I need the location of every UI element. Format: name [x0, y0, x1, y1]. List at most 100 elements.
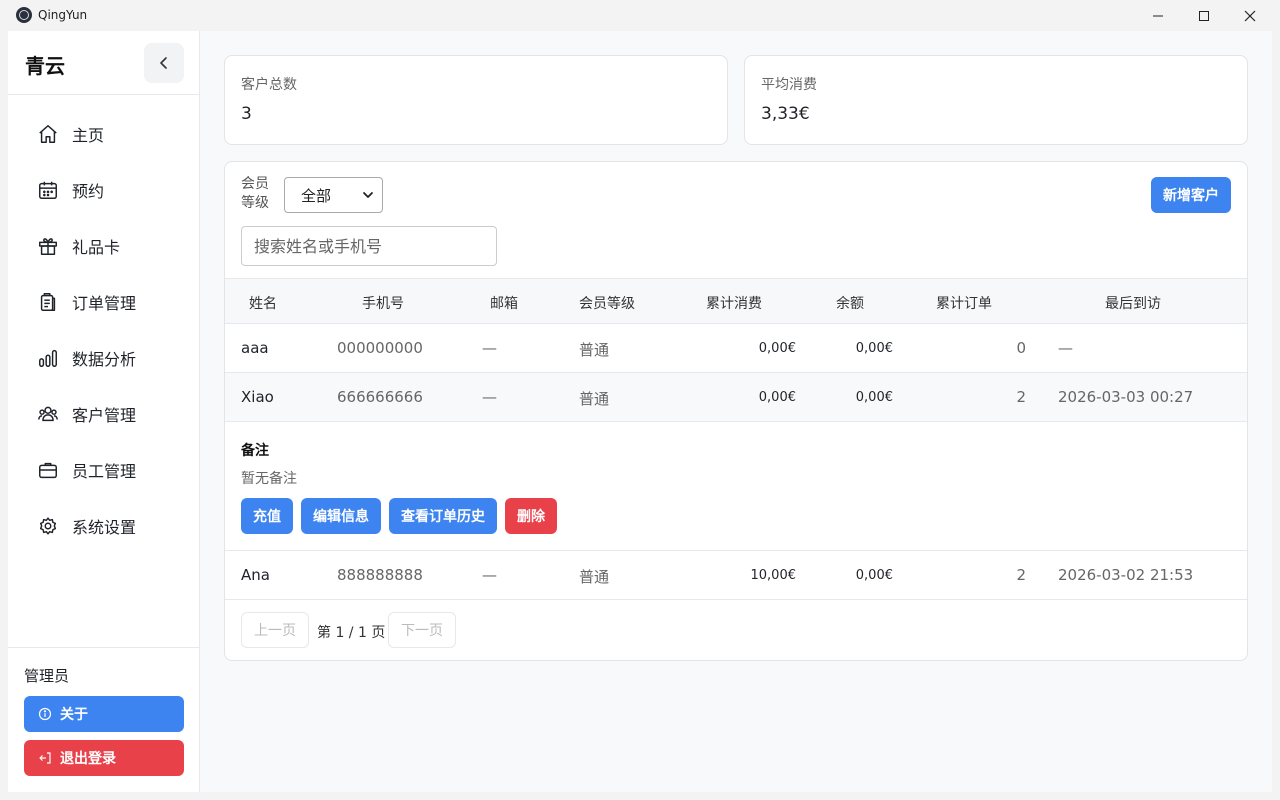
about-label: 关于 [60, 707, 88, 723]
column-header-phone: 手机号 [362, 296, 404, 312]
cell-level: 普通 [579, 390, 610, 408]
column-header-email: 邮箱 [490, 296, 518, 312]
average-spend-card: 平均消费 3,33€ [744, 55, 1248, 145]
page-indicator: 第 1 / 1 页 [317, 625, 386, 641]
logout-button[interactable]: 退出登录 [24, 740, 184, 776]
clipboard-icon [40, 293, 56, 311]
column-header-name: 姓名 [249, 296, 277, 312]
sidebar-item-label: 主页 [72, 126, 105, 145]
table-row-selected[interactable]: Xiao 666666666 — 普通 0,00€ 0,00€ 2 2026-0… [225, 373, 1247, 422]
stat-label: 平均消费 [761, 77, 817, 93]
cell-balance: 0,00€ [855, 341, 893, 356]
about-button[interactable]: 关于 [24, 696, 184, 732]
home-icon [39, 125, 57, 143]
sidebar-item-label: 系统设置 [72, 518, 137, 537]
sidebar-item-analytics[interactable]: 数据分析 [8, 330, 200, 386]
cell-name: Xiao [241, 388, 274, 406]
cell-total-orders: 2 [1016, 566, 1026, 584]
cell-email: — [482, 339, 497, 357]
calendar-icon [39, 181, 57, 199]
add-customer-button[interactable]: 新增客户 [1151, 177, 1231, 213]
edit-info-button[interactable]: 编辑信息 [301, 498, 381, 534]
cell-level: 普通 [579, 341, 610, 359]
table-row[interactable]: aaa 000000000 — 普通 0,00€ 0,00€ 0 — [225, 324, 1247, 373]
column-header-total-spent: 累计消费 [706, 296, 762, 312]
notes-heading: 备注 [241, 443, 269, 459]
app-logo-icon [16, 7, 32, 23]
cell-name: aaa [241, 339, 269, 357]
cell-phone: 000000000 [337, 339, 423, 357]
sidebar-item-settings[interactable]: 系统设置 [8, 498, 200, 554]
sidebar-item-orders[interactable]: 订单管理 [8, 274, 200, 330]
column-header-total-orders: 累计订单 [936, 296, 992, 312]
cell-total-orders: 2 [1016, 388, 1026, 406]
sidebar-item-gift-cards[interactable]: 礼品卡 [8, 218, 200, 274]
level-filter-select[interactable]: 全部 [284, 177, 383, 213]
customer-detail-panel: 备注 暂无备注 充值 编辑信息 查看订单历史 删除 [225, 422, 1247, 551]
cell-last-visit: — [1058, 339, 1073, 357]
close-icon [1244, 10, 1256, 21]
users-icon [38, 406, 58, 422]
sidebar-item-customers[interactable]: 客户管理 [8, 386, 200, 442]
sidebar-item-appointments[interactable]: 预约 [8, 162, 200, 218]
maximize-button[interactable] [1181, 0, 1227, 31]
logout-label: 退出登录 [60, 751, 116, 767]
level-filter-label: 会员等级 [241, 176, 269, 211]
prev-page-button[interactable]: 上一页 [241, 612, 309, 648]
bar-chart-icon [39, 349, 57, 367]
level-filter-value: 全部 [301, 186, 332, 205]
column-header-level: 会员等级 [579, 296, 635, 312]
delete-button[interactable]: 删除 [505, 498, 557, 534]
sidebar-nav: 主页 预约 礼品卡 订单管理 数据分析 客户管理 员工管理 系统设置 [8, 106, 200, 554]
cell-total-spent: 10,00€ [750, 568, 797, 583]
cell-total-spent: 0,00€ [758, 341, 796, 356]
maximize-icon [1199, 10, 1209, 21]
sidebar-item-label: 订单管理 [72, 294, 137, 313]
cell-name: Ana [241, 566, 270, 584]
cell-last-visit: 2026-03-03 00:27 [1058, 388, 1194, 406]
cell-total-spent: 0,00€ [758, 390, 796, 405]
column-header-last-visit: 最后到访 [1105, 296, 1161, 312]
search-input[interactable] [241, 226, 497, 266]
app-window: 青云 主页 预约 礼品卡 订单管理 数据分析 客户管理 员工管理 系统设置 管理… [8, 31, 1272, 792]
user-role: 管理员 [24, 667, 70, 685]
window-title: QingYun [38, 8, 88, 22]
chevron-left-icon [160, 57, 167, 69]
stat-value: 3 [241, 104, 252, 124]
sidebar-item-label: 礼品卡 [72, 238, 121, 257]
logout-icon [39, 752, 51, 764]
table-row[interactable]: Ana 888888888 — 普通 10,00€ 0,00€ 2 2026-0… [225, 551, 1247, 600]
briefcase-icon [39, 462, 57, 479]
minimize-icon [1153, 15, 1163, 16]
minimize-button[interactable] [1135, 0, 1181, 31]
sidebar-item-staff[interactable]: 员工管理 [8, 442, 200, 498]
info-icon [38, 707, 52, 721]
collapse-sidebar-button[interactable] [144, 43, 184, 83]
cell-balance: 0,00€ [855, 568, 893, 583]
stat-value: 3,33€ [761, 104, 810, 124]
column-header-balance: 余额 [836, 296, 864, 312]
gift-icon [39, 238, 57, 255]
table-header: 姓名 手机号 邮箱 会员等级 累计消费 余额 累计订单 最后到访 [225, 278, 1247, 324]
sidebar: 青云 主页 预约 礼品卡 订单管理 数据分析 客户管理 员工管理 系统设置 管理… [8, 31, 200, 792]
customer-list-card: 会员等级 全部 新增客户 姓名 手机号 邮箱 会员等级 累计消费 余额 累计订单… [224, 161, 1248, 661]
cell-email: — [482, 388, 497, 406]
recharge-button[interactable]: 充值 [241, 498, 293, 534]
cell-email: — [482, 566, 497, 584]
sidebar-item-label: 数据分析 [72, 350, 137, 369]
stat-label: 客户总数 [241, 77, 297, 93]
sidebar-item-label: 客户管理 [72, 406, 137, 425]
total-customers-card: 客户总数 3 [224, 55, 728, 145]
sidebar-divider [8, 94, 200, 95]
next-page-button[interactable]: 下一页 [388, 612, 456, 648]
cell-level: 普通 [579, 568, 610, 586]
sidebar-item-label: 员工管理 [72, 462, 137, 481]
cell-phone: 888888888 [337, 566, 423, 584]
cell-last-visit: 2026-03-02 21:53 [1058, 566, 1194, 584]
sidebar-item-home[interactable]: 主页 [8, 106, 200, 162]
order-history-button[interactable]: 查看订单历史 [389, 498, 497, 534]
cell-balance: 0,00€ [855, 390, 893, 405]
sidebar-footer-divider [8, 647, 200, 648]
title-bar: QingYun [0, 0, 1280, 31]
close-button[interactable] [1227, 0, 1273, 31]
